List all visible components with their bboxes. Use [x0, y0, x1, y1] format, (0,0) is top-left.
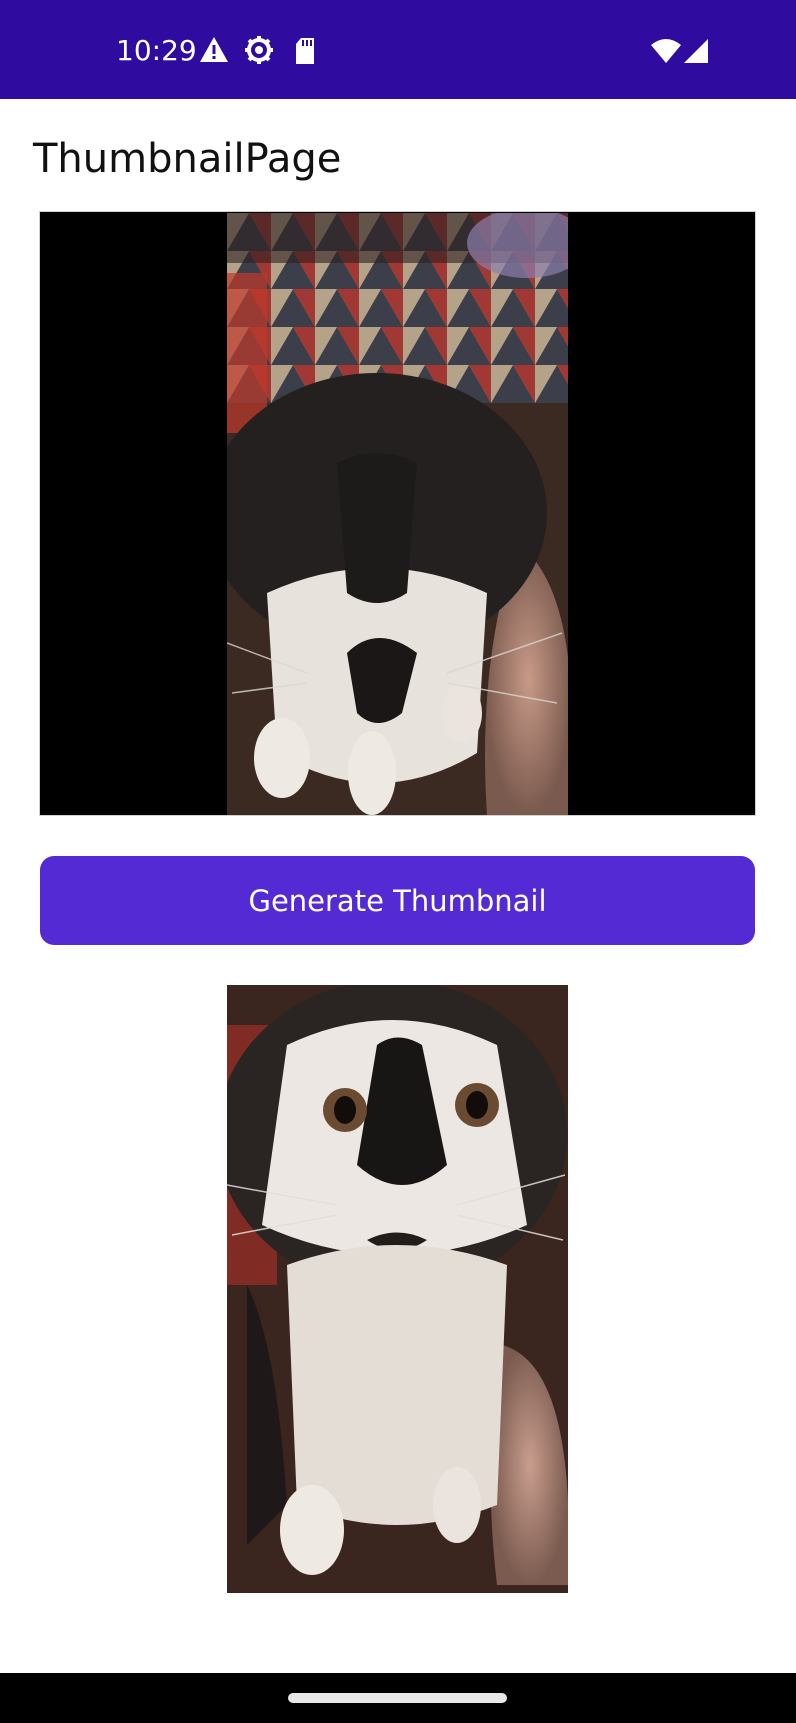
video-frame: [227, 213, 568, 815]
wifi-icon: [650, 38, 682, 64]
home-gesture-handle[interactable]: [288, 1693, 507, 1703]
clock: 10:29: [116, 34, 197, 67]
status-bar: 10:29: [0, 0, 796, 99]
generate-thumbnail-button[interactable]: Generate Thumbnail: [40, 856, 755, 945]
thumbnail-image: [227, 985, 568, 1593]
page-title: ThumbnailPage: [33, 136, 342, 182]
cellular-signal-icon: [683, 38, 709, 64]
gear-icon: [244, 35, 274, 65]
video-player[interactable]: [39, 211, 756, 816]
sd-card-icon: [294, 37, 316, 65]
warning-icon: [199, 36, 229, 64]
